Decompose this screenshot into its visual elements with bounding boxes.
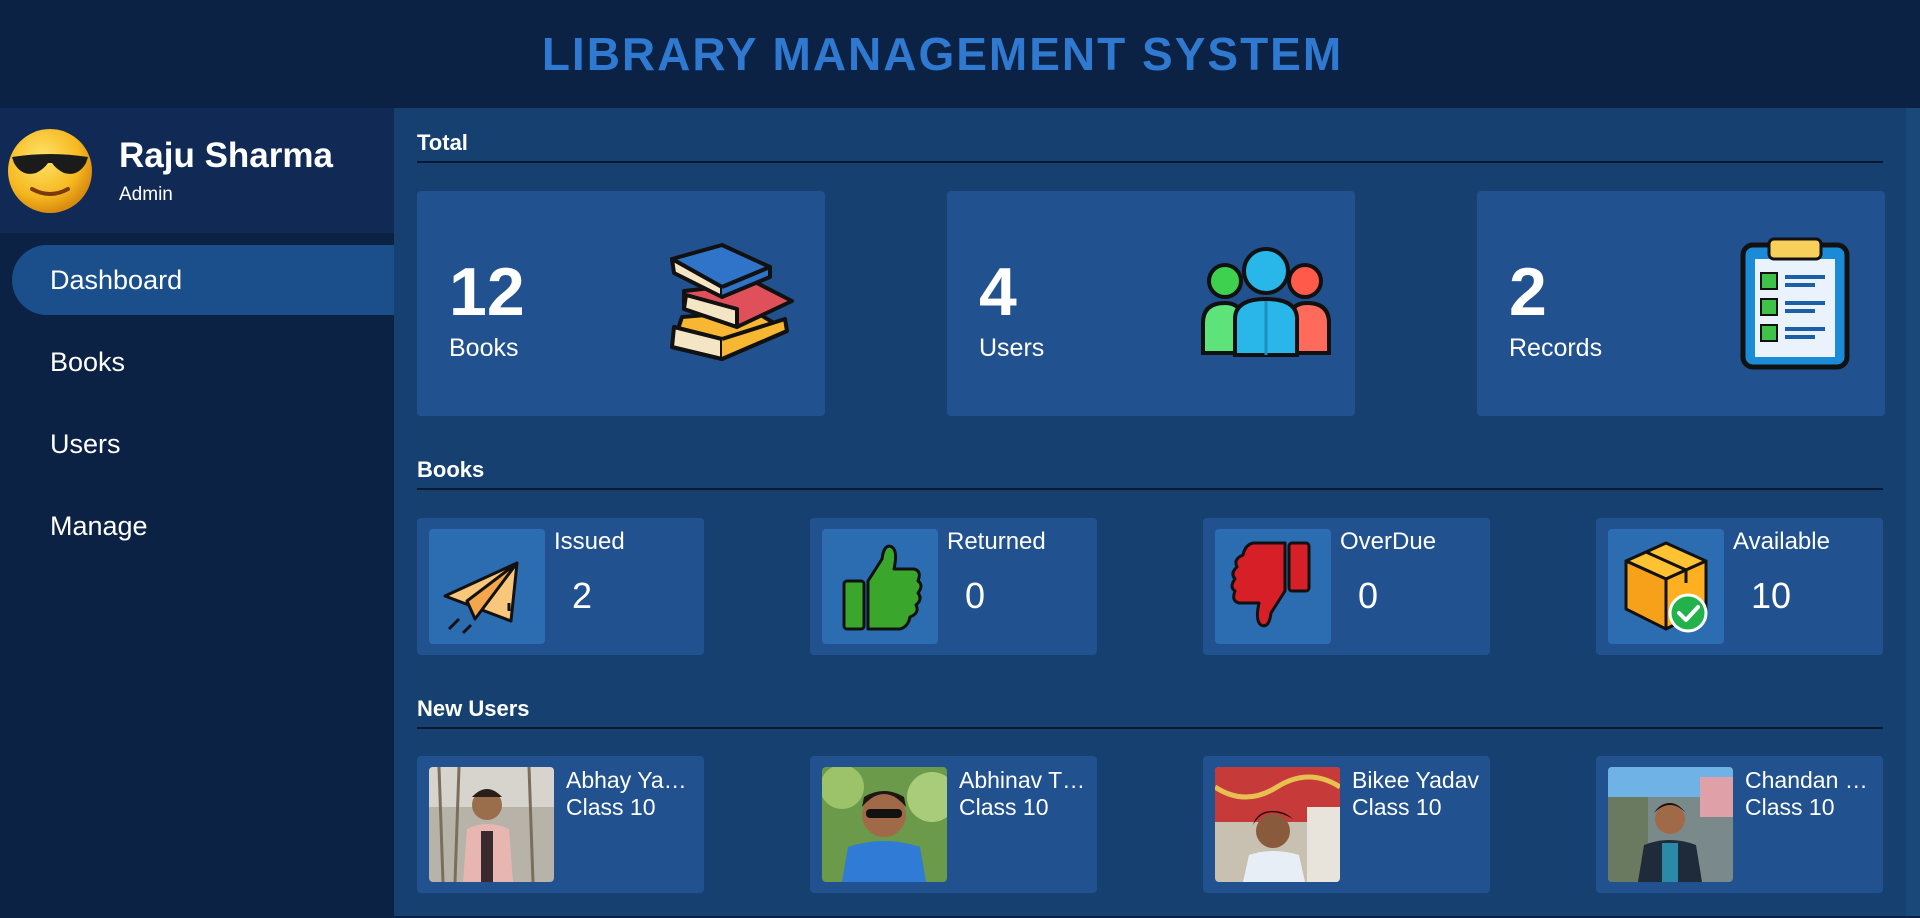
box-check-icon — [1624, 541, 1708, 633]
user-card[interactable]: Abhay Ya… Class 10 — [417, 756, 704, 893]
issued-value: 2 — [572, 575, 593, 616]
vertical-scrollbar[interactable] — [1906, 108, 1920, 916]
issued-card[interactable]: Issued 2 — [417, 518, 704, 655]
sidebar-nav: Dashboard Books Users Manage — [0, 245, 394, 561]
user-name: Bikee Yadav — [1352, 767, 1480, 793]
user-class: Class 10 — [1352, 794, 1442, 820]
paper-plane-icon — [443, 561, 519, 635]
available-value: 10 — [1751, 575, 1792, 616]
user-card[interactable]: Bikee Yadav Class 10 — [1203, 756, 1490, 893]
overdue-card[interactable]: OverDue 0 — [1203, 518, 1490, 655]
available-label: Available — [1733, 528, 1830, 555]
app-title: LIBRARY MANAGEMENT SYSTEM — [541, 28, 1344, 80]
total-books-label: Books — [449, 334, 519, 362]
sidebar-item-books[interactable]: Books — [0, 327, 394, 397]
section-title-total: Total — [417, 130, 1883, 163]
user-photo — [1608, 767, 1733, 882]
total-records-card[interactable]: 2 Records — [1477, 191, 1885, 416]
issued-label: Issued — [554, 528, 625, 555]
thumbs-down-icon — [1230, 541, 1311, 628]
total-records-value: 2 — [1509, 254, 1547, 330]
sunglasses-emoji-icon — [8, 128, 92, 213]
returned-value: 0 — [965, 575, 986, 616]
total-users-label: Users — [979, 334, 1045, 362]
total-users-card[interactable]: 4 Users — [947, 191, 1355, 416]
returned-icon-box — [822, 529, 938, 644]
issued-icon-box — [429, 529, 545, 644]
user-photo — [429, 767, 554, 882]
available-card[interactable]: Available 10 — [1596, 518, 1883, 655]
users-group-icon — [1201, 247, 1331, 357]
total-records-label: Records — [1509, 334, 1603, 362]
total-books-value: 12 — [449, 254, 525, 330]
section-title-books: Books — [417, 457, 1883, 490]
clipboard-checklist-icon — [1740, 237, 1850, 370]
profile-panel: Raju Sharma Admin — [0, 108, 394, 233]
books-stack-icon — [670, 243, 794, 361]
user-class: Class 10 — [959, 794, 1049, 820]
profile-role: Admin — [119, 183, 173, 205]
user-card[interactable]: Abhinav T… Class 10 — [810, 756, 1097, 893]
overdue-value: 0 — [1358, 575, 1379, 616]
sidebar-item-users[interactable]: Users — [0, 409, 394, 479]
user-class: Class 10 — [1745, 794, 1835, 820]
total-books-card[interactable]: 12 Books — [417, 191, 825, 416]
total-users-value: 4 — [979, 254, 1017, 330]
user-name: Chandan … — [1745, 767, 1868, 793]
app-header: LIBRARY MANAGEMENT SYSTEM — [0, 0, 1920, 108]
user-photo — [822, 767, 947, 882]
user-name: Abhinav T… — [959, 767, 1086, 793]
user-photo — [1215, 767, 1340, 882]
user-class: Class 10 — [566, 794, 656, 820]
returned-card[interactable]: Returned 0 — [810, 518, 1097, 655]
available-icon-box — [1608, 529, 1724, 644]
dashboard-main: Total 12 Books 4 Users 2 Records Books I… — [394, 108, 1906, 916]
overdue-icon-box — [1215, 529, 1331, 644]
sidebar: Raju Sharma Admin Dashboard Books Users … — [0, 108, 394, 918]
user-card[interactable]: Chandan … Class 10 — [1596, 756, 1883, 893]
overdue-label: OverDue — [1340, 528, 1437, 555]
sidebar-item-dashboard[interactable]: Dashboard — [12, 245, 394, 315]
user-name: Abhay Ya… — [566, 767, 687, 793]
section-title-new-users: New Users — [417, 696, 1883, 729]
profile-name: Raju Sharma — [119, 135, 333, 175]
thumbs-up-icon — [842, 544, 923, 631]
returned-label: Returned — [947, 528, 1046, 555]
sidebar-item-manage[interactable]: Manage — [0, 491, 394, 561]
